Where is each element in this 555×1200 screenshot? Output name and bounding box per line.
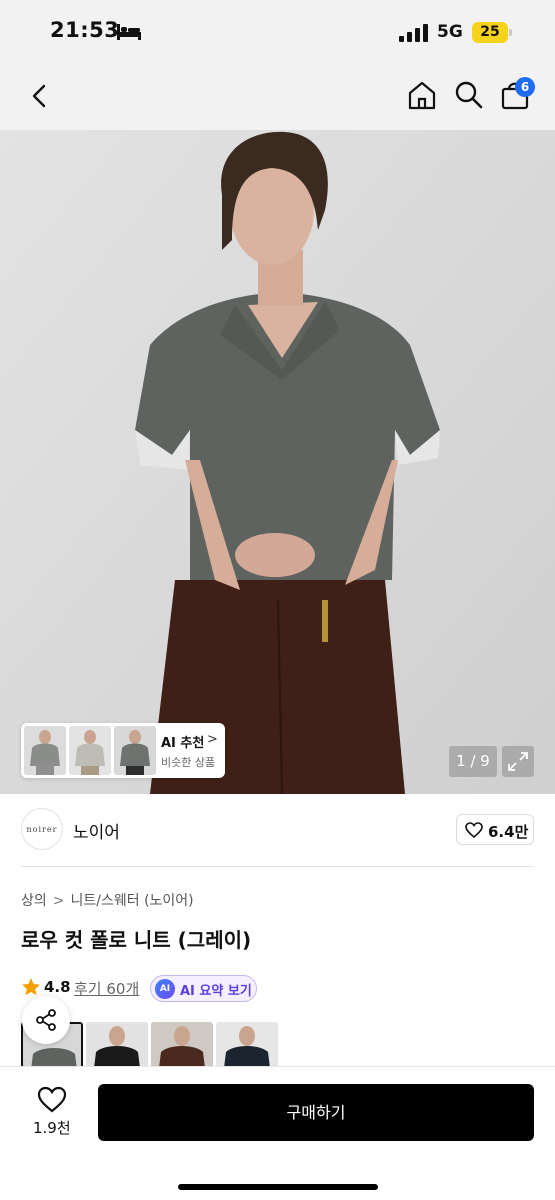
share-icon [36,1009,56,1031]
status-time: 21:53 [50,18,120,42]
image-page-counter: 1 / 9 [449,746,497,777]
share-button[interactable] [22,996,70,1044]
ai-rec-title: AI 추천 [161,736,205,751]
rating-value: 4.8 [44,978,71,996]
status-bar: 21:53 5G 25 [0,0,555,62]
network-type: 5G [437,22,463,42]
ai-recommendation-card[interactable]: AI 추천 > 비슷한 상품 [21,723,225,778]
ai-summary-label: AI 요약 보기 [180,984,252,999]
breadcrumb-item-top[interactable]: 상의 [21,893,47,909]
ai-badge-icon: AI [155,979,175,999]
ai-rec-thumbnail[interactable] [69,726,111,775]
breadcrumb-item-knit[interactable]: 니트/스웨터 (노이어) [71,893,194,909]
search-icon[interactable] [452,78,486,112]
expand-icon [508,752,528,771]
bottom-action-bar: 1.9천 구매하기 [0,1066,555,1200]
color-option-thumbnail[interactable] [86,1022,148,1068]
top-nav-bar [0,62,555,130]
ai-rec-thumbnail[interactable] [114,726,156,775]
product-title: 로우 컷 폴로 니트 (그레이) [21,928,252,952]
wishlist-heart-icon[interactable] [37,1086,67,1113]
ai-summary-button[interactable]: AI AI 요약 보기 [150,975,257,1002]
cellular-signal-icon [399,24,428,42]
expand-image-button[interactable] [502,746,534,777]
breadcrumb-separator: > [52,893,65,909]
battery-tip [509,29,512,36]
section-divider [21,866,534,867]
battery-indicator: 25 [472,22,512,43]
battery-level: 25 [472,22,508,43]
heart-icon [465,822,483,838]
sleep-focus-icon [117,24,141,40]
color-option-thumbnail[interactable] [216,1022,278,1068]
ai-rec-thumbnail[interactable] [24,726,66,775]
home-icon[interactable] [405,78,439,112]
chevron-right-icon: > [207,732,218,747]
brand-logo[interactable]: noirer [21,808,63,850]
category-breadcrumb: 상의 > 니트/스웨터 (노이어) [21,890,194,910]
wishlist-count: 1.9천 [33,1119,71,1137]
brand-like-count: 6.4만 [488,823,529,841]
review-count-link[interactable]: 후기 60개 [74,978,139,999]
color-option-thumbnail[interactable] [151,1022,213,1068]
back-arrow-icon[interactable] [24,79,58,113]
buy-button[interactable]: 구매하기 [98,1084,534,1141]
ai-rec-subtitle: 비슷한 상품 [161,756,216,769]
cart-count-badge: 6 [515,77,535,97]
brand-like-button[interactable]: 6.4만 [456,814,534,845]
product-photo [0,130,555,794]
brand-name[interactable]: 노이어 [73,818,120,843]
star-icon [22,978,40,996]
home-indicator [178,1184,378,1190]
product-image-carousel[interactable]: AI 추천 > 비슷한 상품 1 / 9 [0,130,555,794]
